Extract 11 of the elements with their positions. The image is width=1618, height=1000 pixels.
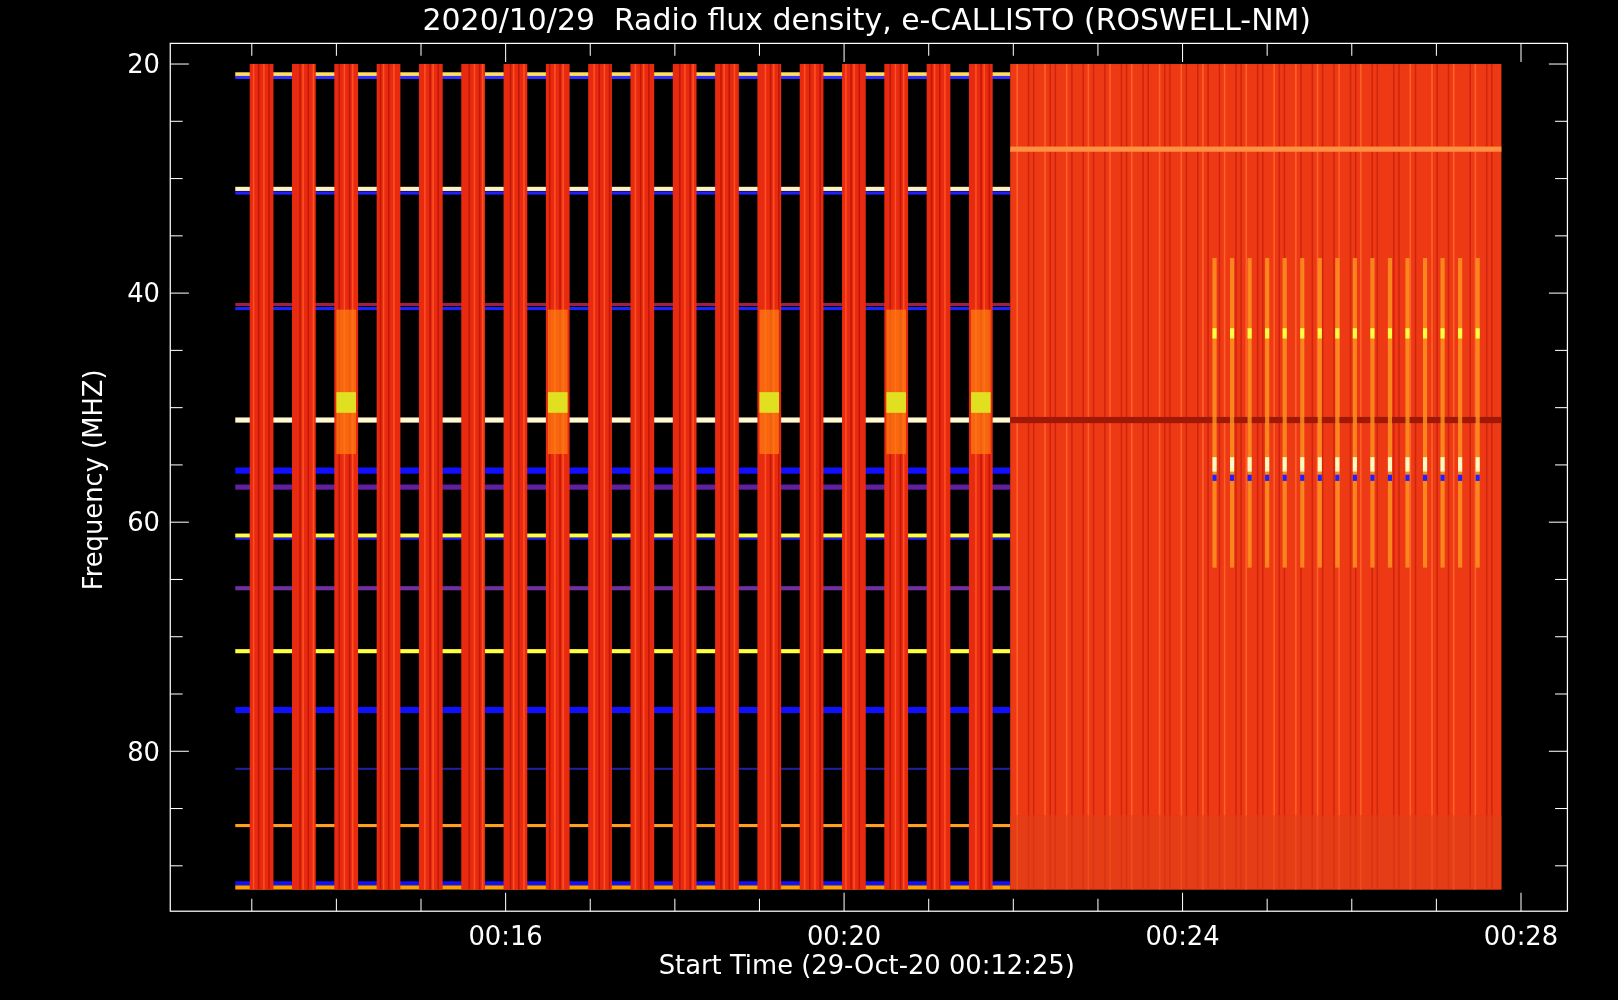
x-tick-label: 00:16 bbox=[468, 921, 543, 952]
y-tick-label: 40 bbox=[127, 278, 160, 309]
chart-title: 2020/10/29 Radio flux density, e-CALLISTO (ROSWELL-NM) bbox=[422, 2, 1311, 37]
y-tick-label: 20 bbox=[127, 49, 160, 80]
y-tick-label: 60 bbox=[127, 507, 160, 538]
y-tick-label: 80 bbox=[127, 736, 160, 767]
y-axis-label: Frequency (MHZ) bbox=[78, 369, 109, 591]
x-tick-label: 00:24 bbox=[1145, 921, 1220, 952]
x-tick-label: 00:28 bbox=[1483, 921, 1559, 952]
x-axis-label: Start Time (29-Oct-20 00:12:25) bbox=[658, 950, 1075, 981]
x-tick-label: 00:20 bbox=[806, 921, 882, 952]
